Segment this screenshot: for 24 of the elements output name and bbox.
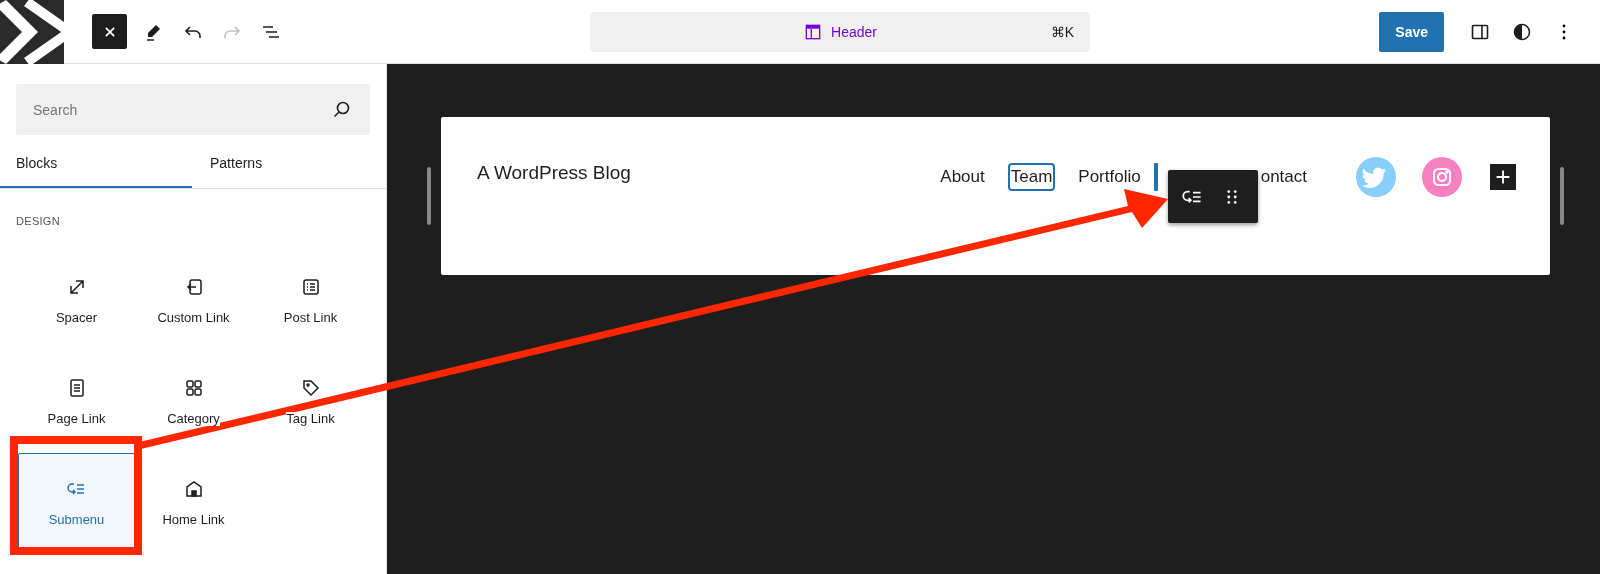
block-item[interactable]: Page Link [18, 352, 135, 450]
resize-handle[interactable] [427, 167, 431, 225]
tab[interactable]: Blocks [0, 139, 192, 188]
nav-link[interactable]: Team [1007, 162, 1056, 191]
resize-handle[interactable] [1560, 167, 1564, 225]
nav-link[interactable]: Portfolio [1075, 162, 1144, 191]
block-item[interactable]: Home Link [135, 453, 252, 551]
category-heading: DESIGN [16, 215, 61, 227]
add-block-button[interactable] [1490, 163, 1516, 190]
command-center[interactable]: Header ⌘K [590, 11, 1090, 52]
template-title: Header [831, 23, 877, 40]
close-button[interactable] [92, 14, 127, 49]
insertion-indicator [1153, 162, 1158, 191]
block-item[interactable]: Custom Link [135, 251, 252, 349]
site-title: A WordPress Blog [477, 162, 631, 184]
block-item[interactable]: Post Link [252, 251, 369, 349]
search-field[interactable]: Search [16, 84, 370, 135]
tab[interactable]: Patterns [192, 139, 386, 188]
nav-link[interactable]: About [937, 162, 988, 191]
shortcut-hint: ⌘K [1050, 23, 1074, 40]
block-item[interactable]: Spacer [18, 251, 135, 349]
site-logo-icon[interactable] [0, 0, 64, 64]
save-button[interactable]: Save [1379, 11, 1444, 52]
nav-link[interactable]: ontact [1257, 162, 1310, 191]
